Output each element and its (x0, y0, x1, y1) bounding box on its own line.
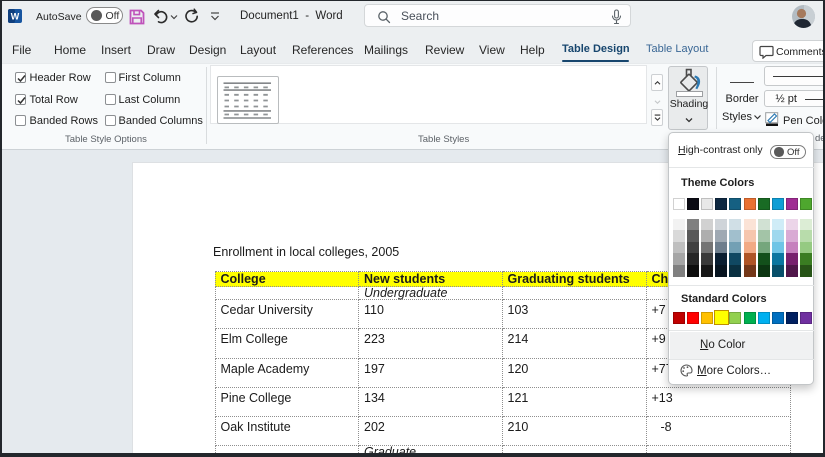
svg-text:W: W (11, 12, 20, 22)
